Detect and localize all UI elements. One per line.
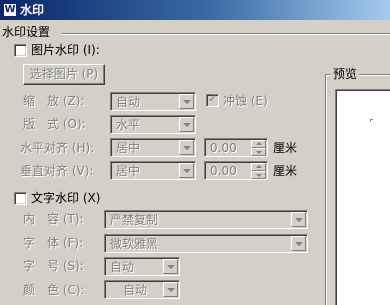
size-label: 字 号 (S): — [23, 259, 84, 273]
color-select[interactable]: 自动 — [104, 280, 180, 299]
v-align-label: 垂直对齐 (V): — [20, 164, 94, 178]
chevron-down-icon[interactable] — [179, 140, 194, 155]
chevron-down-icon[interactable] — [179, 117, 194, 132]
content-value: 严禁复制 — [110, 213, 159, 227]
layout-label: 版 式 (O): — [23, 117, 86, 131]
layout-value: 水平 — [116, 118, 141, 132]
text-watermark-label: 文字水印 (X) — [31, 191, 101, 205]
app-w-icon: W — [3, 3, 17, 17]
scale-label: 缩 放 (Z): — [23, 94, 85, 108]
chevron-down-icon[interactable] — [179, 163, 194, 178]
content-select[interactable]: 严禁复制 — [104, 210, 308, 229]
h-align-select[interactable]: 居中 — [110, 138, 196, 157]
v-align-select[interactable]: 居中 — [110, 161, 196, 180]
layout-select[interactable]: 水平 — [110, 115, 196, 134]
title-bar[interactable]: W 水印 — [0, 0, 390, 20]
scale-select[interactable]: 自动 — [110, 92, 196, 111]
h-unit-label: 厘米 — [273, 141, 298, 155]
washout-label: 冲蚀 (E) — [223, 94, 268, 108]
v-align-value: 居中 — [116, 164, 141, 178]
section-title: 水印设置 — [2, 25, 51, 39]
h-offset-spinner[interactable]: 0.00 — [204, 138, 268, 157]
font-select[interactable]: 微软雅黑 — [104, 234, 308, 253]
v-offset-value: 0.00 — [210, 164, 237, 178]
picture-watermark-label: 图片水印 (I): — [31, 43, 100, 57]
picture-watermark-checkbox[interactable] — [14, 44, 27, 57]
preview-title: 预览 — [331, 67, 360, 81]
color-label: 颜 色 (C): — [23, 283, 85, 297]
preview-canvas — [335, 89, 390, 305]
size-select[interactable]: 自动 — [104, 257, 180, 276]
h-align-value: 居中 — [116, 141, 141, 155]
window-title: 水印 — [20, 3, 45, 17]
section-divider — [62, 33, 390, 35]
spinner-up-icon[interactable] — [251, 163, 266, 171]
scale-value: 自动 — [116, 95, 141, 109]
v-unit-label: 厘米 — [273, 164, 298, 178]
chevron-down-icon[interactable] — [291, 212, 306, 227]
font-label: 字 体 (F): — [23, 236, 84, 250]
select-picture-button[interactable]: 选择图片 (P) — [23, 64, 105, 85]
chevron-down-icon[interactable] — [163, 259, 178, 274]
content-label: 内 容 (T): — [23, 212, 84, 226]
h-align-label: 水平对齐 (H): — [20, 141, 95, 155]
spinner-down-icon[interactable] — [251, 148, 266, 156]
v-offset-spinner[interactable]: 0.00 — [204, 161, 268, 180]
chevron-down-icon[interactable] — [179, 94, 194, 109]
text-watermark-checkbox[interactable] — [14, 192, 27, 205]
washout-checkbox[interactable]: ✓ — [206, 92, 219, 107]
spinner-up-icon[interactable] — [251, 140, 266, 148]
checkmark-icon: ✓ — [208, 92, 218, 105]
chevron-down-icon[interactable] — [291, 236, 306, 251]
margin-marker-icon — [370, 119, 373, 122]
spinner-down-icon[interactable] — [251, 171, 266, 179]
font-value: 微软雅黑 — [110, 237, 159, 251]
size-value: 自动 — [110, 260, 135, 274]
h-offset-value: 0.00 — [210, 141, 237, 155]
chevron-down-icon[interactable] — [163, 282, 178, 297]
color-value: 自动 — [123, 283, 148, 297]
